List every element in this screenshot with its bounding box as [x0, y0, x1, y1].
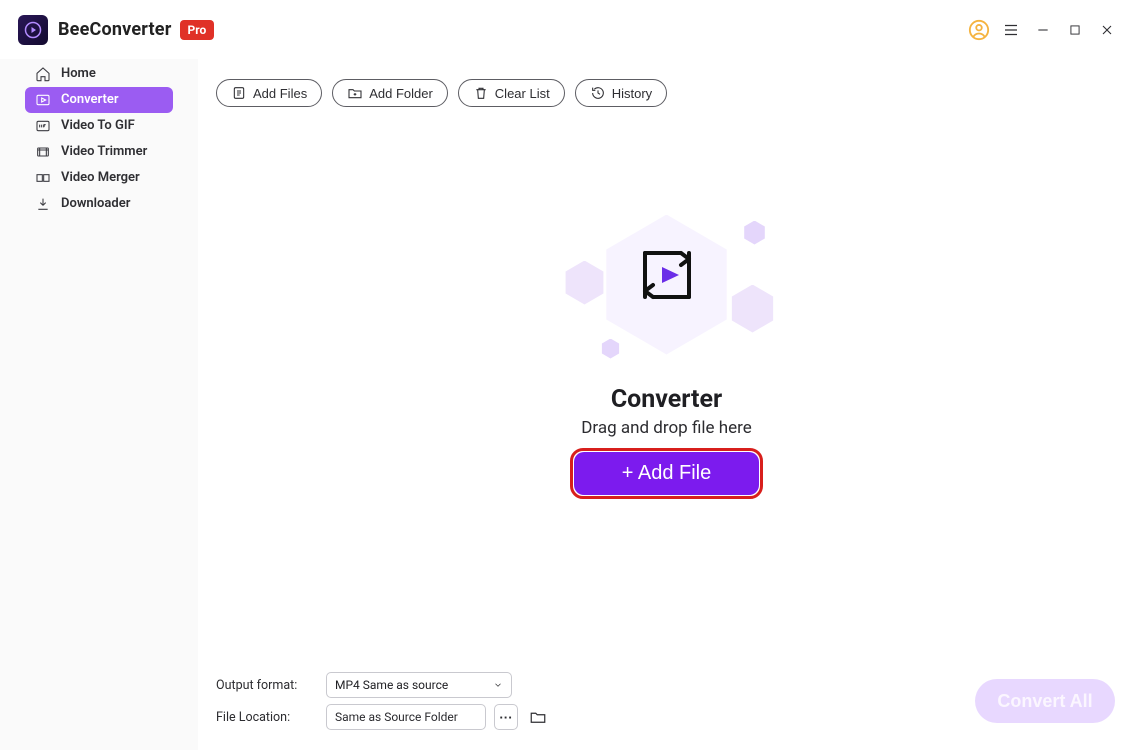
sidebar-item-label: Video Trimmer	[61, 139, 147, 165]
output-format-value: MP4 Same as source	[335, 678, 448, 692]
account-button[interactable]	[963, 14, 995, 46]
footer-bar: Output format: MP4 Same as source File L…	[198, 672, 1135, 750]
drop-zone[interactable]: Converter Drag and drop file here + Add …	[198, 67, 1135, 632]
drop-zone-subtitle: Drag and drop file here	[581, 418, 751, 438]
minimize-button[interactable]	[1027, 14, 1059, 46]
sidebar-item-video-to-gif[interactable]: Video To GIF	[25, 113, 173, 139]
output-format-select[interactable]: MP4 Same as source	[326, 672, 512, 698]
sidebar: Home Converter Video To GIF Video Trimme…	[0, 59, 198, 750]
convert-play-icon	[637, 247, 697, 303]
sidebar-item-label: Video To GIF	[61, 113, 135, 139]
sidebar-item-label: Converter	[61, 87, 119, 113]
minimize-icon	[1035, 22, 1051, 38]
file-location-label: File Location:	[216, 710, 318, 725]
file-location-value: Same as Source Folder	[335, 710, 458, 724]
home-icon	[35, 66, 51, 82]
converter-icon	[35, 92, 51, 108]
sidebar-item-label: Downloader	[61, 191, 130, 217]
sidebar-item-converter[interactable]: Converter	[25, 87, 173, 113]
maximize-icon	[1068, 23, 1082, 37]
drop-zone-illustration	[557, 205, 777, 365]
gif-icon	[35, 118, 51, 134]
main-panel: Add Files Add Folder Clear List	[198, 59, 1135, 750]
downloader-icon	[35, 196, 51, 212]
app-logo-icon	[24, 21, 42, 39]
pro-badge: Pro	[180, 20, 215, 40]
output-format-label: Output format:	[216, 678, 318, 693]
close-icon	[1099, 22, 1115, 38]
sidebar-item-video-merger[interactable]: Video Merger	[25, 165, 173, 191]
merger-icon	[35, 170, 51, 186]
app-title: BeeConverter	[58, 19, 172, 40]
maximize-button[interactable]	[1059, 14, 1091, 46]
sidebar-item-label: Home	[61, 61, 96, 87]
drop-zone-title: Converter	[611, 385, 722, 414]
menu-icon	[1002, 21, 1020, 39]
sidebar-item-home[interactable]: Home	[25, 61, 173, 87]
open-folder-button[interactable]	[526, 704, 550, 730]
close-button[interactable]	[1091, 14, 1123, 46]
file-location-value-box[interactable]: Same as Source Folder	[326, 704, 486, 730]
avatar-icon	[968, 19, 990, 41]
convert-all-button[interactable]: Convert All	[975, 679, 1115, 723]
sidebar-item-label: Video Merger	[61, 165, 140, 191]
browse-location-button[interactable]: ···	[494, 704, 518, 730]
trimmer-icon	[35, 144, 51, 160]
sidebar-item-downloader[interactable]: Downloader	[25, 191, 173, 217]
app-logo	[18, 15, 48, 45]
sidebar-item-video-trimmer[interactable]: Video Trimmer	[25, 139, 173, 165]
add-file-button[interactable]: + Add File	[574, 452, 760, 495]
chevron-down-icon	[493, 680, 503, 690]
menu-button[interactable]	[995, 14, 1027, 46]
folder-icon	[529, 708, 547, 726]
titlebar: BeeConverter Pro	[0, 0, 1135, 59]
